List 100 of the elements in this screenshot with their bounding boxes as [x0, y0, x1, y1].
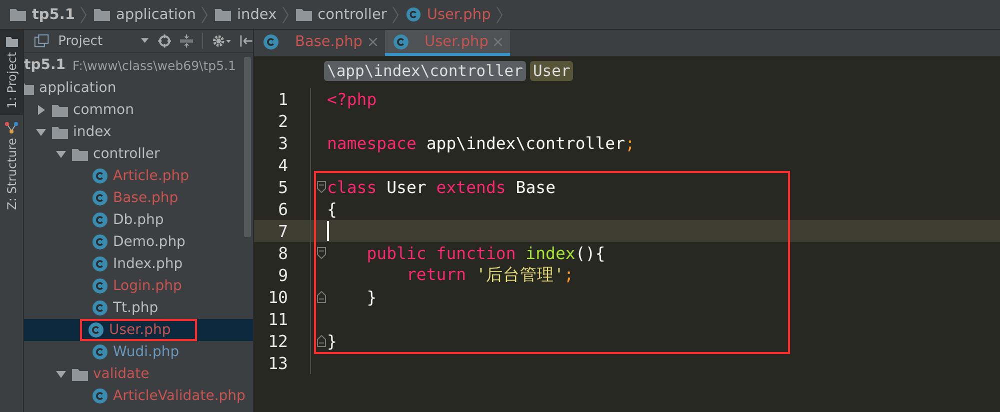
tree-item[interactable]: Wudi.php	[24, 341, 253, 363]
class-icon	[406, 7, 421, 22]
code-line: public function index(){	[366, 244, 606, 262]
line-number: 13	[267, 354, 288, 372]
chevron-icon	[80, 6, 87, 24]
tree-item[interactable]: Db.php	[24, 209, 253, 231]
chevron-icon	[496, 6, 503, 24]
file-name: ArticleValidate.php	[113, 388, 246, 404]
scrollbar[interactable]	[244, 57, 251, 237]
class-icon	[392, 34, 409, 50]
line-number: 9	[277, 266, 288, 284]
code-breadcrumb[interactable]: \app\index\controller	[324, 61, 526, 81]
caret-icon[interactable]	[141, 38, 149, 44]
collapse-icon[interactable]	[180, 34, 194, 48]
project-icon	[34, 34, 50, 48]
project-path: F:\www\class\web69\tp5.1	[72, 58, 236, 72]
folder-icon	[296, 8, 312, 21]
line-number: 11	[267, 310, 288, 328]
class-icon	[92, 234, 108, 250]
folder-icon	[52, 104, 68, 116]
fold-icon[interactable]	[317, 247, 326, 259]
tree-item[interactable]: Tt.php	[24, 297, 253, 319]
file-name: Base.php	[113, 190, 178, 206]
code-breadcrumb[interactable]: User	[530, 61, 574, 81]
fold-icon[interactable]	[317, 335, 326, 347]
folder-icon	[72, 368, 88, 380]
code-line: return '后台管理';	[405, 264, 574, 286]
project-root[interactable]: tp5.1	[24, 57, 66, 73]
chevron-icon	[392, 6, 399, 24]
folder-icon	[72, 148, 88, 160]
expanded-arrow-icon[interactable]	[56, 149, 66, 159]
file-name: Tt.php	[113, 300, 158, 316]
file-name: Db.php	[113, 212, 164, 228]
panel-title[interactable]: Project	[58, 34, 124, 48]
file-name: Wudi.php	[113, 344, 180, 360]
file-name: application	[39, 80, 116, 96]
folder-icon	[6, 36, 18, 48]
class-icon	[92, 278, 108, 294]
file-name: controller	[93, 146, 160, 162]
chevron-icon	[200, 6, 208, 24]
gear-icon[interactable]	[212, 34, 231, 48]
class-icon	[92, 344, 108, 360]
tree-item[interactable]: index	[24, 121, 253, 143]
close-icon[interactable]	[368, 38, 377, 46]
class-icon	[92, 190, 108, 206]
tree-item[interactable]: common	[24, 99, 253, 121]
fold-icon[interactable]	[317, 181, 326, 193]
collapsed-arrow-icon[interactable]	[36, 105, 46, 115]
folder-icon	[10, 8, 26, 21]
line-number: 6	[277, 200, 288, 218]
line-number: 4	[277, 156, 288, 174]
file-name: User.php	[109, 322, 171, 338]
tree-item[interactable]: Demo.php	[24, 231, 253, 253]
breadcrumb-item[interactable]: controller	[296, 6, 387, 22]
code-line: {	[327, 200, 337, 218]
line-number: 8	[277, 244, 288, 262]
file-name: Demo.php	[113, 234, 186, 250]
line-number: 3	[277, 134, 288, 152]
class-icon	[92, 388, 108, 404]
breadcrumb-item[interactable]: application	[94, 6, 196, 22]
file-name: Login.php	[113, 278, 182, 294]
code-line: class User extends Base	[327, 178, 556, 196]
fold-icon[interactable]	[317, 291, 326, 303]
line-number: 7	[277, 222, 288, 240]
side-tab[interactable]: 1: Project	[0, 30, 23, 115]
folder-icon	[52, 126, 68, 138]
class-icon	[92, 300, 108, 316]
code-line: }	[327, 332, 337, 350]
line-number: 10	[267, 288, 288, 306]
file-name: index	[73, 124, 112, 140]
code-line: }	[366, 288, 377, 306]
tree-item[interactable]: application	[24, 77, 253, 99]
line-number: 5	[277, 178, 288, 196]
structure-icon	[5, 120, 18, 134]
class-icon	[92, 168, 108, 184]
chevron-icon	[282, 6, 289, 24]
tree-item[interactable]: controller	[24, 143, 253, 165]
file-name: common	[73, 102, 134, 118]
class-icon	[263, 34, 279, 50]
side-tab[interactable]: Z: Structure	[0, 114, 23, 216]
code-line: namespace app\index\controller;	[327, 134, 635, 152]
line-number: 1	[277, 90, 288, 108]
expanded-arrow-icon[interactable]	[36, 127, 46, 137]
folder-icon	[94, 8, 110, 21]
tree-item[interactable]: User.php	[24, 319, 253, 341]
text-cursor	[327, 221, 329, 241]
tree-item[interactable]: Index.php	[24, 253, 253, 275]
crosshair-icon[interactable]	[158, 34, 171, 48]
code-line: <?php	[327, 90, 377, 108]
class-icon	[92, 212, 108, 228]
folder-icon	[214, 8, 231, 21]
breadcrumb-item[interactable]: tp5.1	[10, 6, 75, 22]
file-name: Index.php	[113, 256, 183, 272]
breadcrumb-item[interactable]: index	[214, 6, 277, 22]
class-icon	[88, 322, 104, 338]
hide-panel-icon[interactable]	[240, 34, 254, 48]
line-number: 12	[267, 332, 288, 350]
expanded-arrow-icon[interactable]	[56, 369, 66, 379]
file-name: Article.php	[113, 168, 190, 184]
file-name: validate	[93, 366, 150, 382]
